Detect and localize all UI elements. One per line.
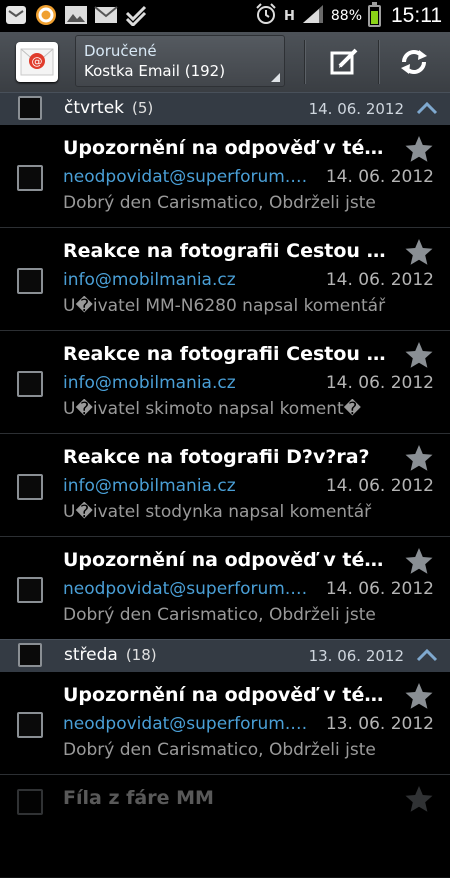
email-preview: U�ivatel MM-N6280 napsal komentář <box>63 296 386 316</box>
email-subject: Reakce na fotografii D?v?ra? <box>63 446 370 468</box>
gmail-icon <box>4 3 28 27</box>
email-app-icon[interactable]: @ <box>16 42 58 82</box>
account-folder-selector[interactable]: Doručené Kostka Email (192) <box>75 35 285 87</box>
section-day: čtvrtek <box>64 98 125 118</box>
email-row[interactable]: Upozornění na odpověď v tématu neodpovid… <box>0 125 450 228</box>
divider <box>304 40 306 84</box>
email-row[interactable]: Reakce na fotografii Cestou na kole info… <box>0 331 450 434</box>
email-sender: neodpovidat@superforum.cz <box>63 167 308 187</box>
star-icon[interactable] <box>404 443 434 473</box>
battery-icon <box>368 2 381 27</box>
section-header-wednesday[interactable]: středa (18) 13. 06. 2012 <box>0 639 450 673</box>
email-select-checkbox[interactable] <box>17 268 43 294</box>
folder-name: Doručené <box>84 42 157 60</box>
email-sender: neodpovidat@superforum.cz <box>63 714 308 734</box>
chevron-up-icon[interactable] <box>416 647 438 663</box>
clock: 15:11 <box>391 4 442 27</box>
status-bar: H 88% 15:11 <box>0 0 450 32</box>
section-count: (5) <box>132 99 154 117</box>
email-select-checkbox[interactable] <box>17 371 43 397</box>
section-select-checkbox[interactable] <box>18 643 42 667</box>
section-count: (18) <box>125 646 157 664</box>
network-type: H <box>283 8 295 24</box>
email-date: 14. 06. 2012 <box>325 476 434 496</box>
email-subject: Reakce na fotografii Cestou na kole <box>63 343 398 365</box>
email-icon <box>94 3 118 27</box>
email-select-checkbox[interactable] <box>17 474 43 500</box>
refresh-button[interactable] <box>386 40 442 84</box>
email-row[interactable]: Reakce na fotografii D?v?ra? info@mobilm… <box>0 434 450 537</box>
email-date: 14. 06. 2012 <box>325 373 434 393</box>
email-preview: Dobrý den Carismatico, Obdrželi jste <box>63 740 376 760</box>
star-icon[interactable] <box>404 546 434 576</box>
email-subject: Reakce na fotografii Cestou na kole <box>63 240 398 262</box>
email-sender: info@mobilmania.cz <box>63 270 236 290</box>
signal-icon <box>301 4 325 28</box>
dropdown-indicator-icon <box>271 73 280 82</box>
section-date: 13. 06. 2012 <box>308 647 404 665</box>
email-row[interactable]: Upozornění na odpověď v tématu neodpovid… <box>0 672 450 775</box>
account-name: Kostka Email (192) <box>84 62 226 80</box>
checkmark-icon <box>124 3 148 27</box>
email-subject: Upozornění na odpověď v tématu <box>63 549 398 571</box>
email-date: 14. 06. 2012 <box>325 270 434 290</box>
star-icon[interactable] <box>404 237 434 267</box>
email-preview: U�ivatel skimoto napsal koment� <box>63 399 362 419</box>
star-icon[interactable] <box>404 340 434 370</box>
action-bar: @ Doručené Kostka Email (192) <box>0 32 450 93</box>
email-subject: Upozornění na odpověď v tématu <box>63 137 398 159</box>
section-day: středa <box>64 645 118 665</box>
email-sender: neodpovidat@superforum.cz <box>63 579 308 599</box>
section-header-thursday[interactable]: čtvrtek (5) 14. 06. 2012 <box>0 92 450 126</box>
email-select-checkbox[interactable] <box>17 577 43 603</box>
chevron-up-icon[interactable] <box>416 100 438 116</box>
email-sender: info@mobilmania.cz <box>63 373 236 393</box>
email-subject: Upozornění na odpověď v tématu <box>63 684 398 706</box>
browser-icon <box>34 3 58 27</box>
compose-button[interactable] <box>316 40 372 84</box>
email-date: 14. 06. 2012 <box>325 579 434 599</box>
svg-text:@: @ <box>32 55 43 68</box>
email-preview: U�ivatel stodynka napsal komentář <box>63 502 372 522</box>
email-select-checkbox[interactable] <box>17 789 43 815</box>
email-row[interactable]: Upozornění na odpověď v tématu neodpovid… <box>0 537 450 640</box>
notification-icons <box>4 3 148 27</box>
email-date: 14. 06. 2012 <box>325 167 434 187</box>
refresh-icon <box>401 50 427 74</box>
star-icon[interactable] <box>404 134 434 164</box>
email-select-checkbox[interactable] <box>17 712 43 738</box>
gallery-icon <box>64 3 88 27</box>
divider <box>378 40 380 84</box>
email-sender: info@mobilmania.cz <box>63 476 236 496</box>
email-select-checkbox[interactable] <box>17 165 43 191</box>
email-preview: Dobrý den Carismatico, Obdrželi jste <box>63 605 376 625</box>
alarm-icon <box>254 2 278 30</box>
email-subject: Fíla z fáre MM <box>63 787 214 809</box>
section-select-checkbox[interactable] <box>18 96 42 120</box>
email-row[interactable]: Reakce na fotografii Cestou na kole info… <box>0 228 450 331</box>
email-row[interactable]: Fíla z fáre MM <box>0 775 450 878</box>
star-icon[interactable] <box>404 784 434 814</box>
section-date: 14. 06. 2012 <box>308 100 404 118</box>
email-preview: Dobrý den Carismatico, Obdrželi jste <box>63 193 376 213</box>
compose-icon <box>330 48 358 75</box>
status-indicators: H 88% 15:11 <box>254 0 442 32</box>
email-date: 13. 06. 2012 <box>325 714 434 734</box>
battery-percent: 88% <box>330 8 362 24</box>
star-icon[interactable] <box>404 681 434 711</box>
